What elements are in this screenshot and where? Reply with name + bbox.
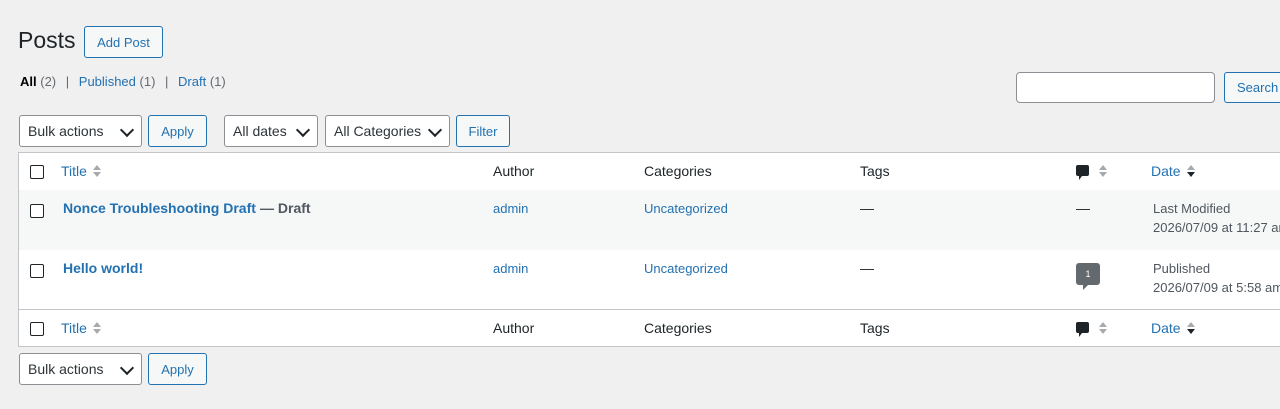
comments-value: —: [1076, 200, 1090, 216]
table-footer: Title Author Categories Tags Date: [19, 309, 1280, 347]
table-row: Nonce Troubleshooting Draft — Draft admi…: [19, 190, 1280, 250]
categories-filter-select[interactable]: All Categories: [325, 115, 450, 147]
categories-filter-label: All Categories: [334, 123, 422, 139]
posts-table: Title Author Categories Tags Date Nonce …: [18, 152, 1280, 347]
row-checkbox[interactable]: [30, 204, 44, 218]
column-title-sort[interactable]: Title: [61, 320, 87, 336]
column-categories: Categories: [644, 320, 712, 336]
column-tags: Tags: [860, 320, 890, 336]
sort-up-icon: [1187, 165, 1195, 170]
view-separator: |: [165, 74, 169, 89]
bulk-actions-label: Bulk actions: [28, 361, 104, 377]
view-draft-link[interactable]: Draft: [178, 74, 206, 89]
view-filters: All (2) | Published (1) | Draft (1): [20, 74, 226, 89]
chevron-down-icon: [119, 360, 135, 376]
sort-down-icon: [1099, 172, 1107, 177]
author-link[interactable]: admin: [493, 261, 528, 276]
view-separator: |: [65, 74, 70, 89]
date-value: 2026/07/09 at 11:27 am: [1153, 220, 1280, 235]
column-author: Author: [493, 320, 535, 336]
date-status: Last Modified: [1153, 201, 1231, 216]
sort-up-icon: [1099, 165, 1107, 170]
comment-bubble-icon[interactable]: [1076, 322, 1089, 337]
dates-filter-label: All dates: [233, 123, 287, 139]
add-post-button[interactable]: Add Post: [84, 26, 163, 58]
column-date-sort[interactable]: Date: [1151, 320, 1181, 336]
apply-button-top[interactable]: Apply: [148, 115, 207, 147]
category-link[interactable]: Uncategorized: [644, 261, 728, 276]
tags-value: —: [860, 200, 874, 216]
column-tags: Tags: [860, 163, 890, 179]
chevron-down-icon: [295, 122, 311, 138]
view-draft-count: (1): [209, 74, 226, 89]
sort-down-icon: [1187, 329, 1195, 334]
comment-count-badge[interactable]: 1: [1076, 263, 1100, 290]
bulk-actions-select-top[interactable]: Bulk actions: [19, 115, 142, 147]
bulk-actions-label: Bulk actions: [28, 123, 104, 139]
column-categories: Categories: [644, 163, 712, 179]
select-all-checkbox[interactable]: [30, 322, 44, 336]
view-published-count: (1): [139, 74, 156, 89]
category-link[interactable]: Uncategorized: [644, 201, 728, 216]
sort-up-icon: [1187, 322, 1195, 327]
page-title: Posts: [18, 27, 76, 53]
sort-up-icon: [93, 322, 101, 327]
bulk-actions-select-bottom[interactable]: Bulk actions: [19, 353, 142, 385]
author-link[interactable]: admin: [493, 201, 528, 216]
sort-up-icon: [93, 165, 101, 170]
sort-down-icon: [93, 329, 101, 334]
select-all-checkbox[interactable]: [30, 165, 44, 179]
search-button[interactable]: Search: [1224, 72, 1280, 103]
row-checkbox[interactable]: [30, 264, 44, 278]
column-author: Author: [493, 163, 535, 179]
chevron-down-icon: [119, 122, 135, 138]
chevron-down-icon: [427, 122, 443, 138]
post-state: — Draft: [260, 200, 311, 216]
view-all-link[interactable]: All: [20, 74, 37, 89]
comment-bubble-icon[interactable]: [1076, 165, 1089, 180]
dates-filter-select[interactable]: All dates: [224, 115, 318, 147]
sort-up-icon: [1099, 322, 1107, 327]
post-title-link[interactable]: Nonce Troubleshooting Draft: [63, 200, 256, 216]
sort-down-icon: [1099, 329, 1107, 334]
date-value: 2026/07/09 at 5:58 am: [1153, 280, 1280, 295]
view-published-link[interactable]: Published: [79, 74, 136, 89]
apply-button-bottom[interactable]: Apply: [148, 353, 207, 385]
search-input[interactable]: [1016, 72, 1215, 103]
sort-down-icon: [93, 172, 101, 177]
post-title-link[interactable]: Hello world!: [63, 260, 143, 276]
table-row: Hello world! admin Uncategorized — 1 Pub…: [19, 250, 1280, 309]
column-title-sort[interactable]: Title: [61, 163, 87, 179]
date-status: Published: [1153, 261, 1211, 276]
table-header: Title Author Categories Tags Date: [19, 153, 1280, 191]
view-all-count: (2): [40, 74, 57, 89]
filter-button[interactable]: Filter: [456, 115, 510, 147]
sort-down-icon: [1187, 172, 1195, 177]
tags-value: —: [860, 260, 874, 276]
column-date-sort[interactable]: Date: [1151, 163, 1181, 179]
